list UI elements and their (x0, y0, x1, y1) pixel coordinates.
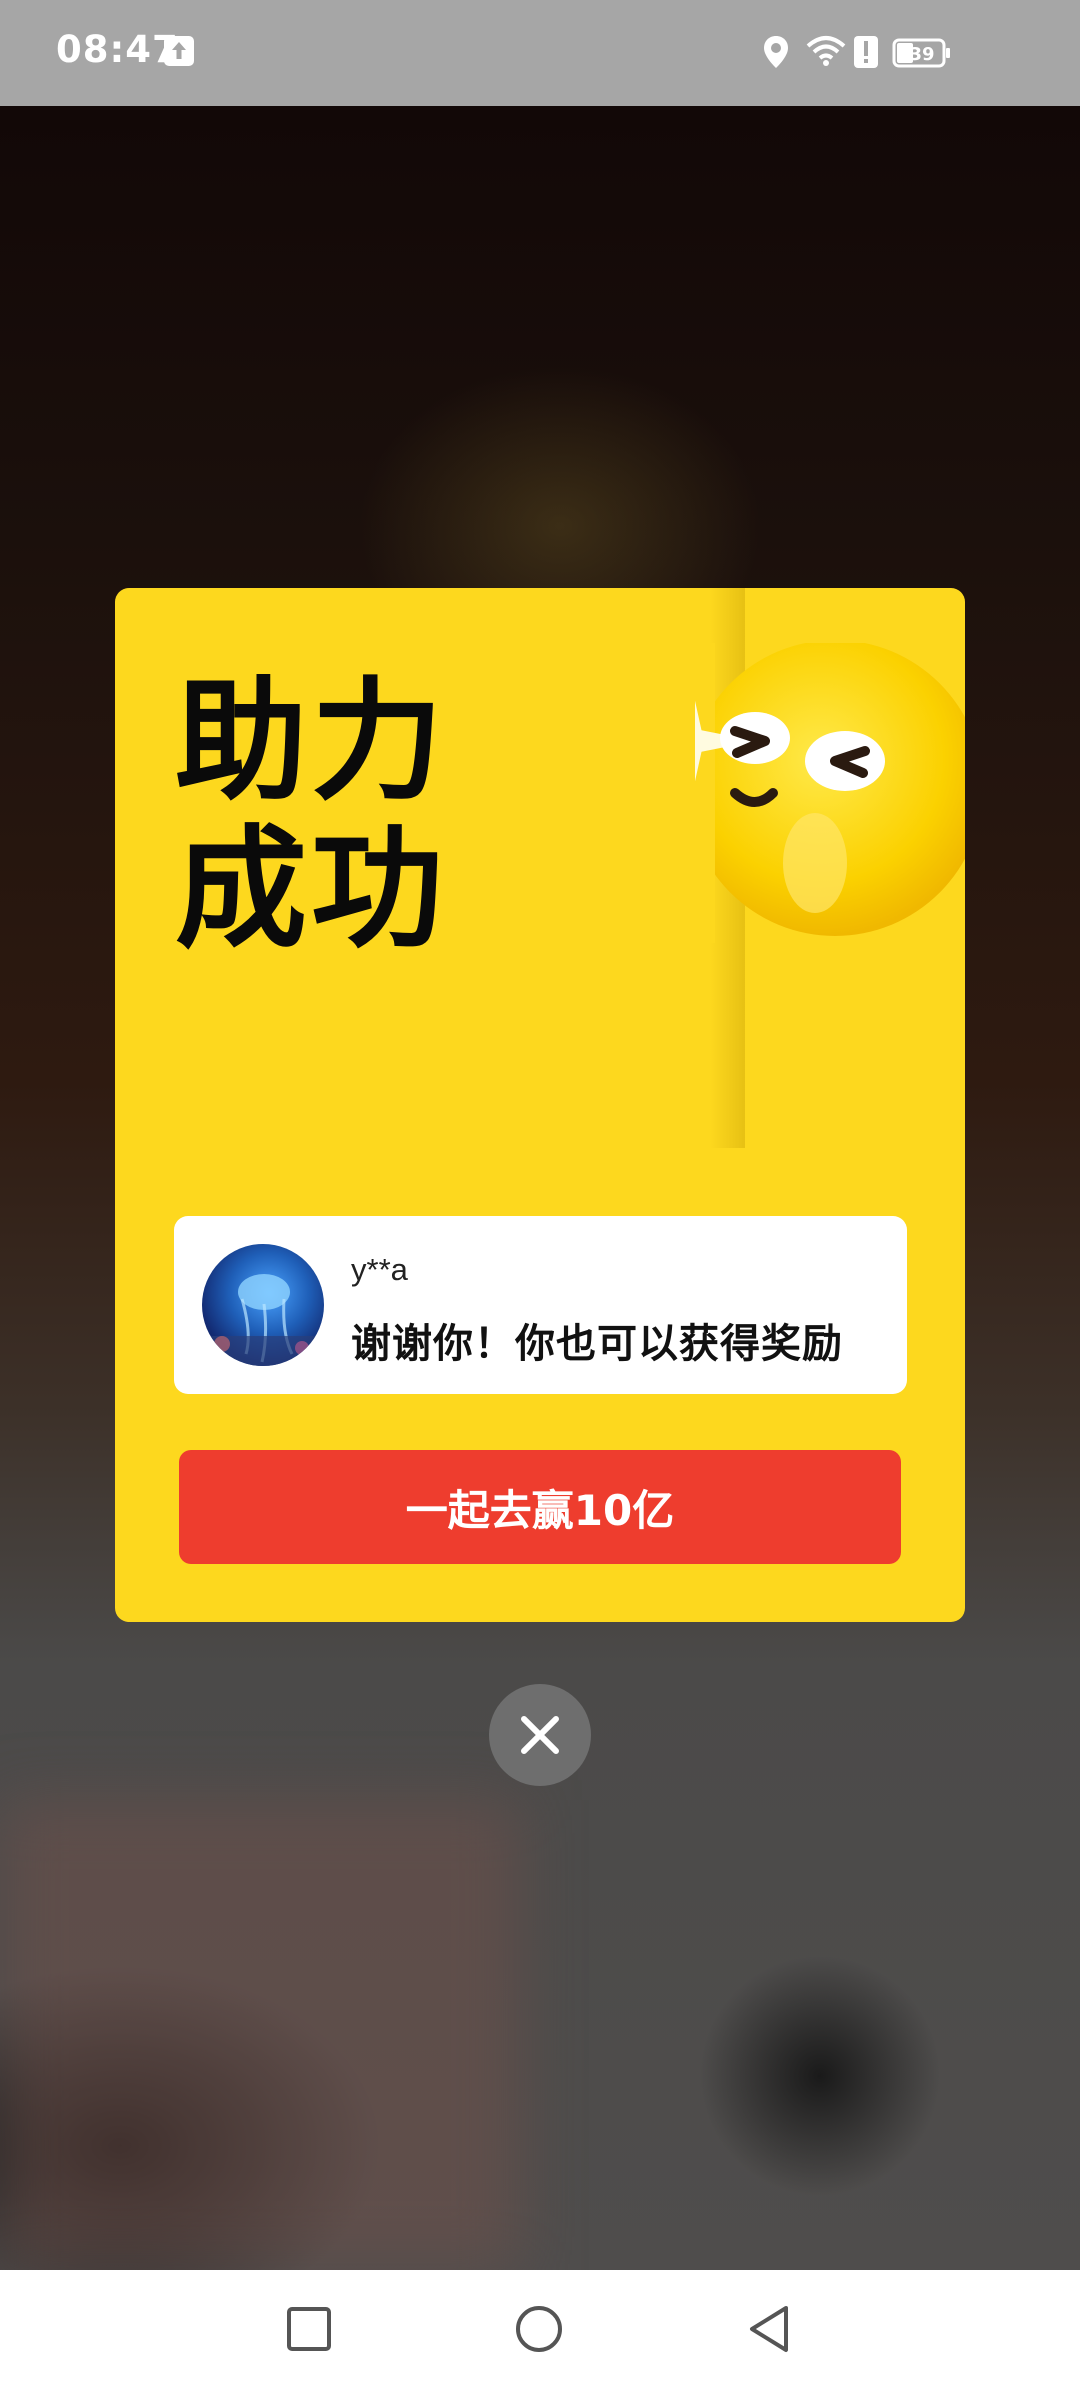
thanks-message: 谢谢你！你也可以获得奖励 (351, 1321, 843, 1367)
back-triangle-icon[interactable] (746, 2304, 792, 2354)
avatar (202, 1244, 324, 1366)
battery-icon: 39 (892, 38, 950, 68)
status-time: 08:47 (56, 28, 179, 71)
battery-level: 39 (909, 44, 934, 65)
title-line-1: 助力 (175, 665, 447, 819)
close-icon (521, 1716, 559, 1754)
user-card: y**a 谢谢你！你也可以获得奖励 (174, 1216, 907, 1394)
recents-square-icon[interactable] (286, 2306, 332, 2352)
background-decoration (0, 1800, 520, 2270)
status-bar: 08:47 39 (0, 0, 1080, 106)
username: y**a (351, 1252, 408, 1287)
emoji-mascot-icon (695, 643, 965, 943)
title-line-2: 成功 (175, 813, 447, 967)
alert-icon (854, 36, 878, 68)
location-icon (764, 36, 788, 68)
assist-success-modal: 助力 成功 y**a 谢谢你！你也可以获得奖励 一起去赢10亿 (115, 588, 965, 1622)
modal-title: 助力 成功 (175, 668, 447, 964)
win-together-button[interactable]: 一起去赢10亿 (179, 1450, 901, 1564)
close-button[interactable] (489, 1684, 591, 1786)
upload-icon (164, 36, 194, 66)
navigation-bar (0, 2270, 1080, 2388)
home-circle-icon[interactable] (514, 2304, 564, 2354)
wifi-icon (806, 36, 846, 66)
